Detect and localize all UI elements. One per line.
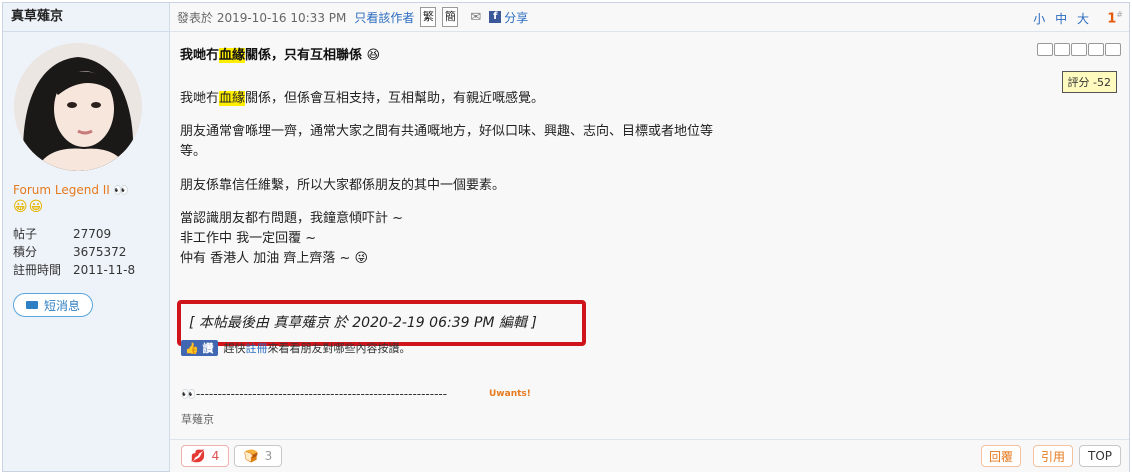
post-main: 發表於 2019-10-16 10:33 PM 只看該作者 繁 簡 ✉ f 分享…	[170, 3, 1129, 472]
email-icon[interactable]: ✉	[470, 10, 481, 25]
post-actions-bar: 💋 4 🍞 3 回覆 引用 TOP	[170, 439, 1129, 472]
uwants-logo: Uwants!	[489, 389, 531, 399]
kiss-reaction-button[interactable]: 💋 4	[181, 445, 229, 467]
reply-button[interactable]: 回覆	[981, 445, 1021, 467]
stat-label: 積分	[13, 245, 38, 259]
paragraph: 仲有 香港人 加油 齊上齊落 ~ 😜	[180, 251, 369, 266]
thumb-down-icon	[1037, 43, 1053, 56]
author-rank: Forum Legend II 👀	[13, 183, 129, 197]
title-highlight: 血緣	[219, 48, 246, 63]
eyes-icon: 👀	[113, 183, 129, 197]
font-large-button[interactable]: 大	[1077, 12, 1089, 26]
lips-icon: 💋	[190, 449, 206, 463]
floor-number[interactable]: 1#	[1107, 10, 1123, 26]
thumb-down-icon	[1105, 43, 1121, 56]
rating-thumbs-down-icon	[1037, 43, 1121, 56]
quote-button[interactable]: 引用	[1033, 445, 1073, 467]
pm-label: 短消息	[43, 298, 80, 313]
paragraph: 朋友係靠信任維繫，所以大家都係朋友的其中一個要素。	[180, 178, 506, 193]
private-message-button[interactable]: 短消息	[13, 293, 93, 317]
thumb-down-icon	[1088, 43, 1104, 56]
title-text: 關係，只有互相聯係 😆	[245, 48, 381, 63]
paragraph: 我哋冇血緣關係，但係會互相支持，互相幫助，有親近嘅感覺。	[180, 89, 713, 109]
floor-mark: #	[1116, 10, 1123, 19]
simplified-button[interactable]: 簡	[442, 7, 459, 27]
kiss-count: 4	[211, 449, 220, 463]
facebook-share-button[interactable]: f 分享	[489, 9, 528, 26]
traditional-button[interactable]: 繁	[420, 7, 437, 27]
rating-badge[interactable]: 評分 -52	[1061, 71, 1117, 93]
bread-count: 3	[264, 449, 273, 463]
stat-value: 2011-11-8	[73, 263, 136, 277]
post-container: 真草薙京 Forum Legend II 👀 😀😀 帖子 27709 積分 36…	[2, 2, 1130, 472]
author-name[interactable]: 真草薙京	[3, 3, 169, 32]
rank-smileys-icon: 😀😀	[13, 199, 45, 215]
register-link[interactable]: 註冊	[246, 340, 268, 356]
font-size-controls: 小 中 大	[1027, 10, 1089, 27]
posted-time: 發表於 2019-10-16 10:33 PM	[177, 10, 347, 25]
paragraph-text: 關係，但係會互相支持，互相幫助，有親近嘅感覺。	[245, 91, 545, 106]
signature-line: 👀---------------------------------------…	[181, 387, 448, 401]
paragraph: 等。	[180, 144, 207, 159]
font-small-button[interactable]: 小	[1033, 12, 1045, 26]
facebook-like-row: 👍 讚 趕快 註冊 來看看朋友對哪些內容按讚。	[181, 340, 411, 356]
like-text: 來看看朋友對哪些內容按讚。	[267, 342, 411, 355]
rank-label: Forum Legend II	[13, 183, 110, 197]
post-title: 我哋冇血緣關係，只有互相聯係 😆	[180, 44, 380, 63]
avatar[interactable]	[14, 43, 142, 171]
title-text: 我哋冇	[180, 48, 220, 63]
author-panel: 真草薙京 Forum Legend II 👀 😀😀 帖子 27709 積分 36…	[3, 3, 170, 471]
paragraph-text: 我哋冇	[180, 91, 220, 106]
floor-value: 1	[1107, 11, 1117, 27]
author-stats: 帖子 27709 積分 3675372 註冊時間 2011-11-8	[13, 225, 135, 279]
font-medium-button[interactable]: 中	[1055, 12, 1067, 26]
stat-value: 3675372	[73, 245, 127, 259]
top-button[interactable]: TOP	[1079, 445, 1121, 467]
stat-registered: 註冊時間 2011-11-8	[13, 261, 135, 279]
paragraph: 朋友通常會喺埋一齊，通常大家之間有共通嘅地方，好似口味、興趣、志向、目標或者地位…	[180, 124, 714, 139]
author-only-link[interactable]: 只看該作者	[354, 9, 414, 26]
paragraph: 非工作中 我一定回覆 ~	[180, 231, 317, 246]
stat-label: 註冊時間	[13, 263, 62, 277]
bread-reaction-button[interactable]: 🍞 3	[234, 445, 282, 467]
envelope-icon	[25, 301, 38, 309]
stat-points: 積分 3675372	[13, 243, 135, 261]
bread-icon: 🍞	[243, 449, 259, 463]
signature-name: 草薙京	[181, 413, 214, 426]
stat-label: 帖子	[13, 227, 38, 241]
share-label: 分享	[504, 10, 529, 25]
stat-posts: 帖子 27709	[13, 225, 135, 243]
paragraph: 當認識朋友都冇問題，我鐘意傾吓計 ~	[180, 211, 404, 226]
like-text: 趕快	[223, 342, 246, 355]
post-body: 我哋冇血緣關係，但係會互相支持，互相幫助，有親近嘅感覺。 朋友通常會喺埋一齊，通…	[180, 89, 713, 269]
stat-value: 27709	[73, 227, 112, 241]
post-header-bar: 發表於 2019-10-16 10:33 PM 只看該作者 繁 簡 ✉ f 分享	[170, 3, 1129, 32]
thumb-down-icon	[1071, 43, 1087, 56]
facebook-icon: f	[489, 11, 502, 23]
like-button[interactable]: 👍 讚	[181, 340, 218, 356]
paragraph-highlight: 血緣	[219, 91, 246, 106]
thumb-down-icon	[1054, 43, 1070, 56]
